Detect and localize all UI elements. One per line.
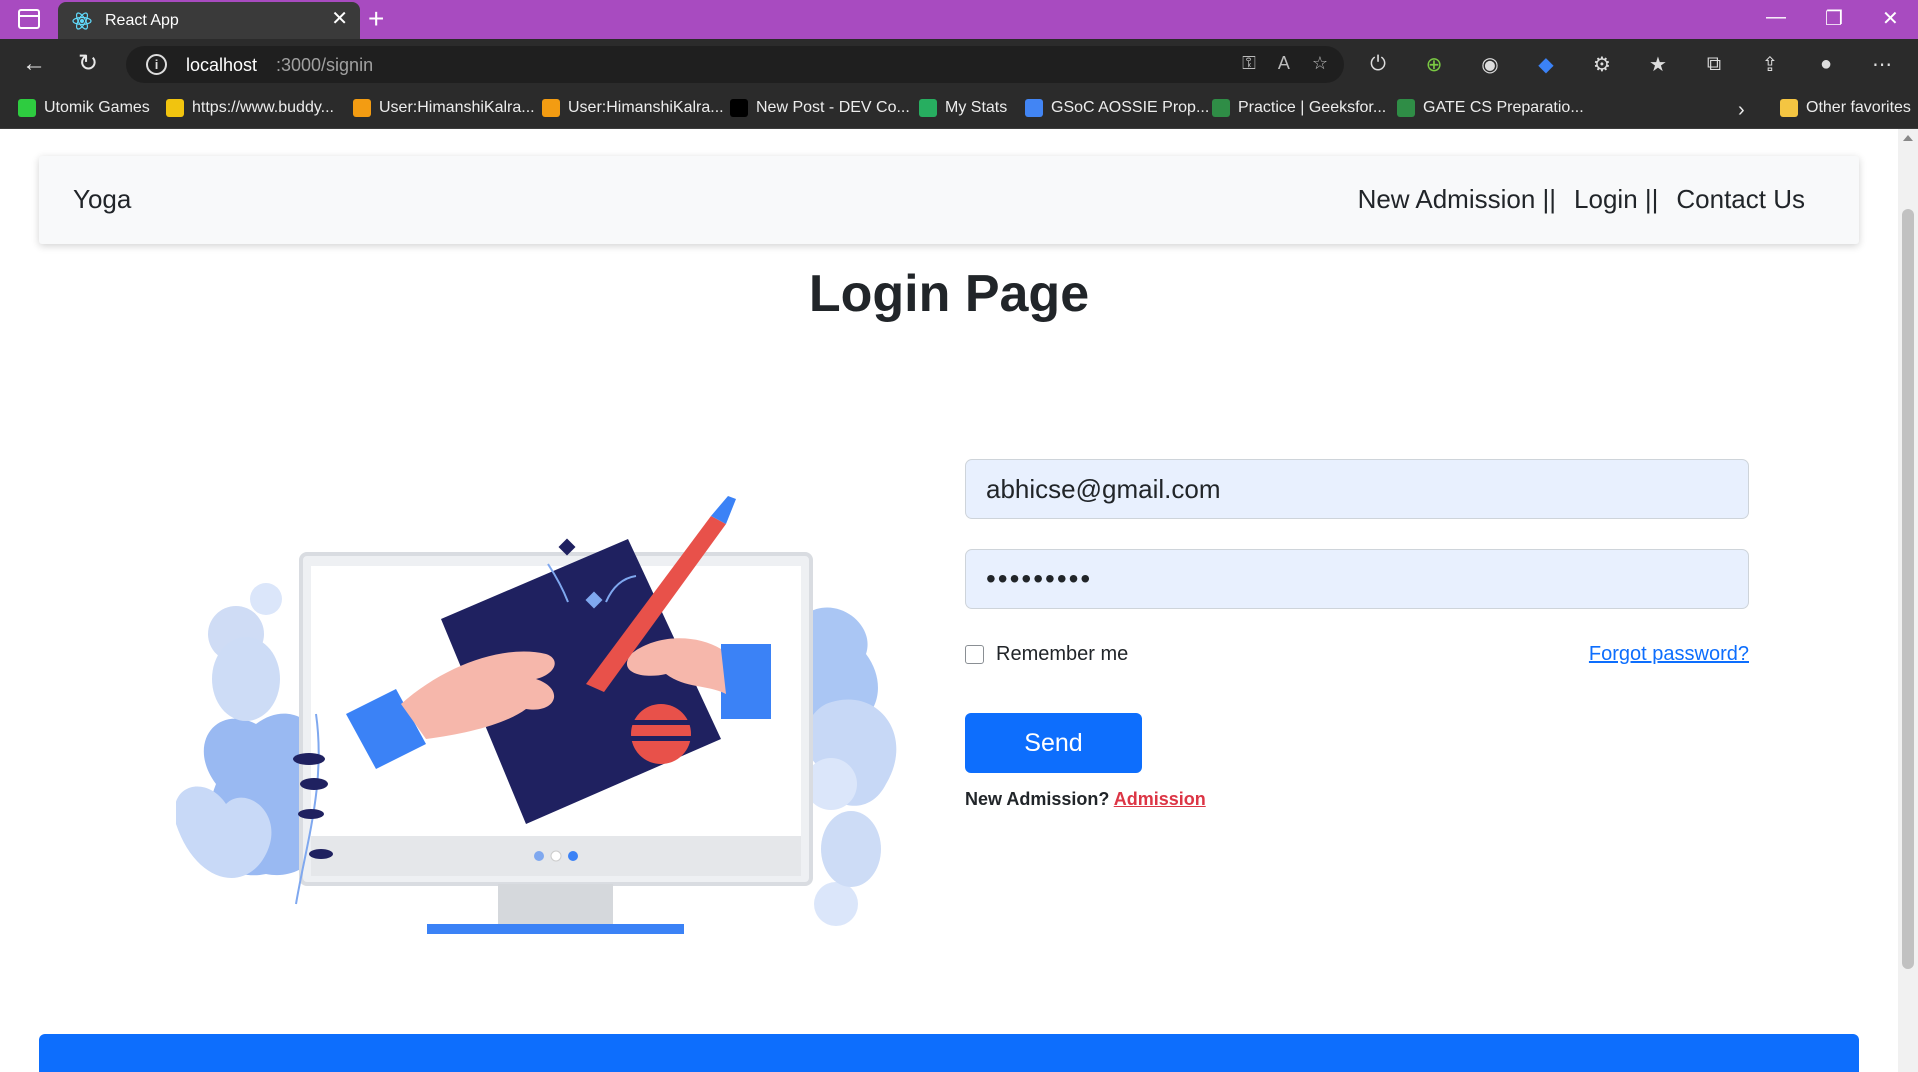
favorite-label: Utomik Games: [44, 99, 150, 116]
upwork-icon: [919, 99, 937, 117]
page-title: Login Page: [808, 265, 1090, 323]
favorite-label: User:HimanshiKalra...: [568, 99, 724, 116]
favorite-label: https://www.buddy...: [192, 99, 334, 116]
share-icon[interactable]: ⇪: [1754, 48, 1786, 80]
dev-icon: [730, 99, 748, 117]
favorites-icon[interactable]: ★: [1642, 48, 1674, 80]
favorite-label: GSoC AOSSIE Prop...: [1051, 99, 1210, 116]
favorite-item[interactable]: GSoC AOSSIE Prop...: [1025, 99, 1209, 117]
remember-me-label: Remember me: [996, 643, 1129, 665]
favorite-label: User:HimanshiKalra...: [379, 99, 535, 116]
new-admission-text: New Admission?: [965, 789, 1110, 809]
tab-title: React App: [105, 12, 179, 29]
remember-me[interactable]: Remember me: [965, 643, 1128, 666]
new-admission-prompt: New Admission? Admission: [965, 789, 1206, 810]
favorite-label: Practice | Geeksfor...: [1238, 99, 1387, 116]
chevron-right-icon[interactable]: ›: [1738, 99, 1745, 122]
sidebar-toggle-icon[interactable]: [18, 9, 40, 29]
back-icon[interactable]: ←: [22, 50, 46, 78]
react-icon: [72, 12, 92, 30]
forgot-password-link[interactable]: Forgot password?: [1589, 643, 1749, 666]
favorite-item[interactable]: GATE CS Preparatio...: [1397, 99, 1584, 117]
scroll-thumb[interactable]: [1902, 209, 1914, 969]
circle-extension-icon[interactable]: ◉: [1474, 48, 1506, 80]
favorite-item[interactable]: My Stats: [919, 99, 1007, 117]
other-favorites[interactable]: Other favorites: [1780, 99, 1911, 117]
restore-icon[interactable]: ❐: [1825, 6, 1843, 31]
favorite-item[interactable]: Practice | Geeksfor...: [1212, 99, 1386, 117]
buddy-icon: [166, 99, 184, 117]
favorite-item[interactable]: User:HimanshiKalra...: [353, 99, 535, 117]
more-menu-icon[interactable]: ⋯: [1866, 48, 1898, 80]
remember-me-checkbox[interactable]: [965, 645, 984, 664]
nav-contact-us[interactable]: Contact Us: [1676, 184, 1805, 215]
favorites-bar: Utomik Games https://www.buddy... User:H…: [0, 89, 1918, 129]
site-info-icon[interactable]: i: [146, 54, 167, 75]
blender-icon: [542, 99, 560, 117]
footer-bar: [39, 1034, 1859, 1072]
folder-icon: [1780, 99, 1798, 117]
blender-icon: [353, 99, 371, 117]
favorite-item[interactable]: Utomik Games: [18, 99, 150, 117]
page-viewport: Yoga New Admission || Login || Contact U…: [0, 129, 1898, 1072]
power-extension-icon[interactable]: ⏻: [1362, 48, 1394, 80]
login-illustration: [176, 496, 897, 934]
address-toolbar: ← ↻ i localhost :3000/signin ⚿ A ☆ ⏻ ⊕ ◉…: [0, 39, 1918, 89]
favorite-label: My Stats: [945, 99, 1008, 116]
read-aloud-icon[interactable]: A: [1278, 53, 1290, 74]
url-host: localhost: [186, 55, 258, 75]
site-navbar: Yoga New Admission || Login || Contact U…: [39, 156, 1859, 244]
close-tab-icon[interactable]: ✕: [331, 9, 348, 29]
scroll-up-icon[interactable]: [1903, 135, 1913, 141]
geeksforgeeks-icon: [1397, 99, 1415, 117]
collections-icon[interactable]: ⧉: [1698, 48, 1730, 80]
admission-link[interactable]: Admission: [1114, 789, 1206, 809]
browser-tab[interactable]: React App ✕: [58, 2, 360, 39]
extensions-icon[interactable]: ⚙: [1586, 48, 1618, 80]
minimize-icon[interactable]: —: [1766, 6, 1786, 29]
geeksforgeeks-icon: [1212, 99, 1230, 117]
send-button[interactable]: Send: [965, 713, 1142, 773]
brand-link[interactable]: Yoga: [73, 184, 131, 215]
address-bar[interactable]: i localhost :3000/signin ⚿ A ☆: [126, 46, 1344, 83]
favorite-item[interactable]: User:HimanshiKalra...: [542, 99, 724, 117]
plus-extension-icon[interactable]: ⊕: [1418, 48, 1450, 80]
page-scrollbar[interactable]: [1898, 129, 1918, 1072]
add-favorite-icon[interactable]: ☆: [1312, 53, 1328, 74]
reload-icon[interactable]: ↻: [78, 50, 98, 78]
close-window-icon[interactable]: ✕: [1882, 6, 1899, 31]
url-path: :3000/signin: [276, 55, 374, 75]
new-tab-icon[interactable]: +: [368, 4, 384, 34]
nav-links: New Admission || Login || Contact Us: [1358, 184, 1805, 215]
profile-avatar-icon[interactable]: ●: [1810, 48, 1842, 80]
favorite-item[interactable]: New Post - DEV Co...: [730, 99, 910, 117]
nav-new-admission[interactable]: New Admission ||: [1358, 184, 1556, 215]
favorite-label: GATE CS Preparatio...: [1423, 99, 1584, 116]
nav-login[interactable]: Login ||: [1574, 184, 1658, 215]
favorite-label: New Post - DEV Co...: [756, 99, 910, 116]
key-icon[interactable]: ⚿: [1242, 53, 1256, 74]
password-field[interactable]: [965, 549, 1749, 609]
docs-icon: [1025, 99, 1043, 117]
favorite-item[interactable]: https://www.buddy...: [166, 99, 334, 117]
gem-extension-icon[interactable]: ◆: [1530, 48, 1562, 80]
email-field[interactable]: [965, 459, 1749, 519]
utomik-icon: [18, 99, 36, 117]
other-favorites-label: Other favorites: [1806, 99, 1911, 116]
browser-titlebar: React App ✕ + — ❐ ✕: [0, 0, 1918, 39]
